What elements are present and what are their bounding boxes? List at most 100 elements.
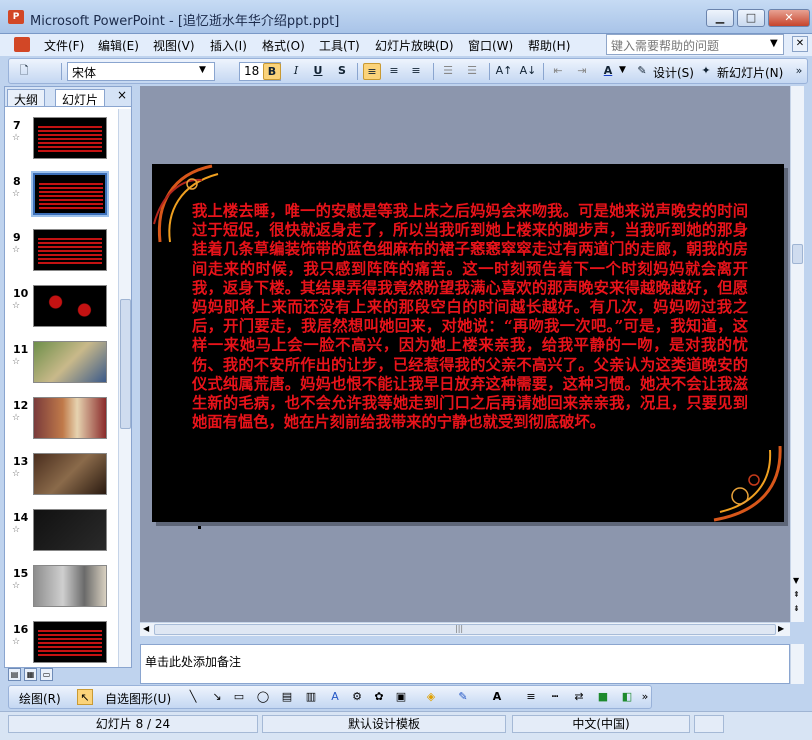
new-slide-icon[interactable]: ✦ [697,63,715,80]
font-color-icon[interactable]: A [599,63,617,80]
arrow-style-icon[interactable]: ⇄ [571,689,587,705]
slide-preview[interactable] [33,229,107,271]
slideshow-icon[interactable]: ▭ [40,668,53,681]
slide-sorter-icon[interactable]: ▦ [24,668,37,681]
slide-preview[interactable] [33,509,107,551]
slide-preview[interactable] [33,565,107,607]
document-close-icon[interactable]: ✕ [792,36,808,52]
shadow-style-icon[interactable]: ■ [595,689,611,705]
menu-slideshow[interactable]: 幻灯片放映(D) [375,37,454,54]
vertical-textbox-icon[interactable]: ▥ [303,689,319,705]
align-left-icon[interactable]: ≡ [363,63,381,80]
slide-thumbnail[interactable]: 13 ☆ [5,449,117,499]
chevron-down-icon[interactable]: ▼ [770,38,778,49]
tab-slides[interactable]: 幻灯片 [55,89,106,107]
design-icon[interactable]: ✎ [633,63,651,80]
slide-thumbnail[interactable]: 12 ☆ [5,393,117,443]
scrollbar-thumb[interactable] [154,624,776,635]
autoshapes-menu-button[interactable]: 自选图形(U) [105,690,171,707]
line-tool-icon[interactable]: ╲ [185,689,201,705]
close-pane-icon[interactable]: × [117,88,127,102]
slide-preview[interactable] [33,621,107,663]
scroll-down-icon[interactable]: ▼ [793,576,799,585]
chevron-down-icon[interactable]: ▼ [619,65,626,75]
slide-thumbnail[interactable]: 15 ☆ [5,561,117,611]
new-slide-button[interactable]: 新幻灯片(N) [717,64,783,81]
slide-vertical-scrollbar[interactable]: ▼ ⇞ ⇟ [790,86,804,622]
bold-button[interactable]: B [263,63,281,80]
slide-preview[interactable] [31,171,109,217]
notes-scrollbar[interactable] [790,644,804,684]
menu-window[interactable]: 窗口(W) [468,37,513,54]
menu-insert[interactable]: 插入(I) [210,37,247,54]
italic-button[interactable]: I [287,63,305,80]
wordart-icon[interactable]: A [327,689,343,705]
clipart-icon[interactable]: ✿ [371,689,387,705]
font-color-icon[interactable]: A [489,689,505,705]
select-pointer-icon[interactable]: ↖ [77,689,93,705]
close-button[interactable]: ✕ [768,9,810,27]
scroll-right-icon[interactable]: ▶ [778,624,784,633]
help-search-input[interactable]: 键入需要帮助的问题 [606,34,784,55]
slide-thumbnail[interactable]: 9 ☆ [5,225,117,275]
slide-preview[interactable] [33,453,107,495]
current-slide[interactable]: 我上楼去睡，唯一的安慰是等我上床之后妈妈会来吻我。可是她来说声晚安的时间过于短促… [152,164,784,522]
menu-file[interactable]: 文件(F) [44,37,84,54]
menu-view[interactable]: 视图(V) [153,37,195,54]
previous-slide-icon[interactable]: ⇞ [793,590,800,599]
align-center-icon[interactable]: ≡ [385,63,403,80]
picture-icon[interactable]: ▣ [393,689,409,705]
scroll-left-icon[interactable]: ◀ [143,624,149,633]
3d-style-icon[interactable]: ◧ [619,689,635,705]
slide-preview[interactable] [33,341,107,383]
slide-horizontal-scrollbar[interactable]: ◀ ||| ▶ [140,622,790,636]
slide-preview[interactable] [33,397,107,439]
slide-thumbnail[interactable]: 16 ☆ [5,617,117,667]
textbox-tool-icon[interactable]: ▤ [279,689,295,705]
powerpoint-app-icon[interactable]: P [8,10,24,24]
dash-style-icon[interactable]: ┅ [547,689,563,705]
arrow-tool-icon[interactable]: ↘ [209,689,225,705]
fill-color-icon[interactable]: ◈ [423,689,439,705]
slide-thumbnail[interactable]: 14 ☆ [5,505,117,555]
numbering-icon[interactable]: ☰ [439,63,457,80]
document-icon[interactable] [14,37,30,52]
chevron-down-icon[interactable]: ▼ [199,65,206,75]
next-slide-icon[interactable]: ⇟ [793,604,800,613]
underline-button[interactable]: U [309,63,327,80]
new-document-icon[interactable]: 🗋 [15,63,33,80]
align-right-icon[interactable]: ≡ [407,63,425,80]
slide-thumbnail[interactable]: 11 ☆ [5,337,117,387]
diagram-icon[interactable]: ⚙ [349,689,365,705]
slide-preview[interactable] [33,117,107,159]
slide-preview[interactable] [33,285,107,327]
decrease-font-icon[interactable]: A↓ [519,63,537,80]
slide-body-text[interactable]: 我上楼去睡，唯一的安慰是等我上床之后妈妈会来吻我。可是她来说声晚安的时间过于短促… [192,202,748,432]
thumbnails-scrollbar[interactable] [118,109,131,667]
menu-tools[interactable]: 工具(T) [319,37,360,54]
design-button[interactable]: 设计(S) [653,64,694,81]
notes-pane[interactable]: 单击此处添加备注 [140,644,790,684]
shadow-button[interactable]: S [333,63,351,80]
decrease-indent-icon[interactable]: ⇤ [549,63,567,80]
bullets-icon[interactable]: ☰ [463,63,481,80]
slide-thumbnail[interactable]: 7 ☆ [5,113,117,163]
oval-tool-icon[interactable]: ◯ [255,689,271,705]
tab-outline[interactable]: 大纲 [7,89,46,107]
menu-help[interactable]: 帮助(H) [528,37,570,54]
toolbar-options-icon[interactable]: » [639,689,651,705]
minimize-button[interactable]: ▁ [706,9,734,27]
slide-thumbnail[interactable]: 8 ☆ [5,169,117,219]
menu-edit[interactable]: 编辑(E) [98,37,139,54]
rectangle-tool-icon[interactable]: ▭ [231,689,247,705]
menu-format[interactable]: 格式(O) [262,37,305,54]
slide-thumbnail[interactable]: 10 ☆ [5,281,117,331]
scrollbar-thumb[interactable] [792,244,803,264]
line-style-icon[interactable]: ≡ [523,689,539,705]
increase-indent-icon[interactable]: ⇥ [573,63,591,80]
draw-menu-button[interactable]: 绘图(R) [19,690,61,707]
normal-view-icon[interactable]: ▤ [8,668,21,681]
maximize-button[interactable]: □ [737,9,765,27]
line-color-icon[interactable]: ✎ [455,689,471,705]
scrollbar-thumb[interactable] [120,299,131,429]
